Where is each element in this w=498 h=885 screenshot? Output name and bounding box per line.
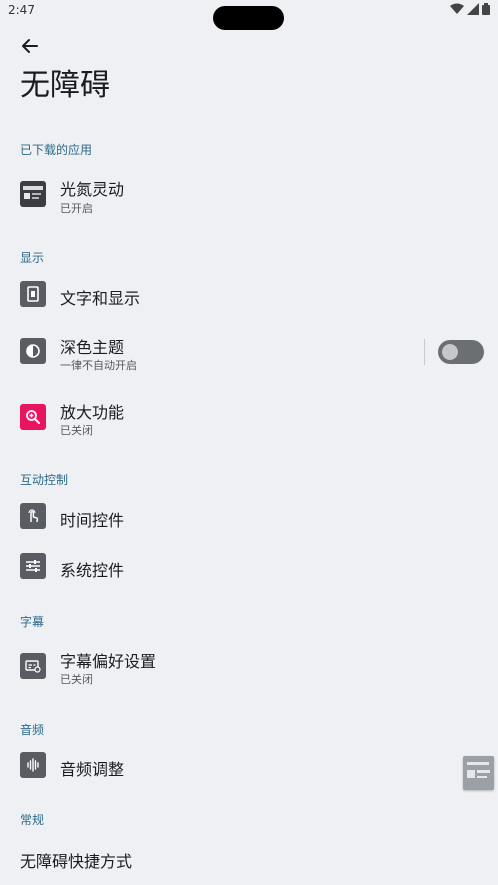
signal-icon	[467, 3, 479, 15]
floating-app-thumbnail[interactable]	[463, 756, 494, 790]
arrow-back-icon	[22, 39, 38, 53]
item-text-display[interactable]: 文字和显示	[0, 274, 498, 316]
item-audio-adjustment[interactable]: 音频调整	[0, 748, 498, 788]
item-summary: 已开启	[60, 202, 93, 215]
section-general: 常规	[20, 813, 45, 827]
section-interaction-controls: 互动控制	[20, 473, 69, 487]
item-label: 无障碍快捷方式	[20, 852, 133, 871]
section-captions: 字幕	[20, 615, 45, 629]
item-label: 时间控件	[60, 511, 125, 530]
item-summary: 已关闭	[60, 673, 93, 686]
item-label: 系统控件	[60, 561, 125, 580]
status-bar: 2:47	[0, 0, 498, 30]
sliders-icon	[20, 553, 46, 579]
item-label: 深色主题	[60, 338, 125, 357]
app-thumbnail-icon	[20, 181, 46, 207]
camera-cutout	[213, 6, 284, 30]
item-label: 音频调整	[60, 760, 125, 779]
item-guangdan[interactable]: 光氮灵动 已开启	[0, 172, 498, 224]
text-display-icon	[20, 281, 46, 307]
divider	[424, 339, 425, 365]
item-summary: 已关闭	[60, 424, 93, 437]
zoom-in-icon	[20, 404, 46, 430]
touch-hand-icon	[20, 503, 46, 529]
contrast-icon	[20, 338, 46, 364]
section-display: 显示	[20, 251, 45, 265]
switch-knob	[442, 344, 458, 360]
status-icons	[450, 3, 490, 15]
status-time: 2:47	[8, 3, 35, 17]
section-audio: 音频	[20, 723, 45, 737]
item-label: 字幕偏好设置	[60, 652, 157, 671]
item-label: 光氮灵动	[60, 180, 125, 199]
caption-icon	[20, 653, 46, 679]
dark-theme-switch[interactable]	[438, 340, 484, 364]
section-downloaded-apps: 已下载的应用	[20, 143, 93, 157]
item-summary: 一律不自动开启	[60, 359, 137, 372]
item-label: 文字和显示	[60, 289, 141, 308]
back-button[interactable]	[20, 36, 44, 60]
page-title: 无障碍	[20, 68, 110, 103]
battery-icon	[482, 3, 490, 15]
item-label: 放大功能	[60, 403, 125, 422]
wifi-icon	[450, 3, 464, 14]
item-timing-controls[interactable]: 时间控件	[0, 498, 498, 538]
item-dark-theme[interactable]: 深色主题 一律不自动开启	[0, 327, 498, 375]
item-magnification[interactable]: 放大功能 已关闭	[0, 393, 498, 443]
item-system-controls[interactable]: 系统控件	[0, 547, 498, 587]
item-caption-preferences[interactable]: 字幕偏好设置 已关闭	[0, 641, 498, 691]
audio-wave-icon	[20, 752, 46, 778]
item-accessibility-shortcuts[interactable]: 无障碍快捷方式	[0, 840, 498, 880]
